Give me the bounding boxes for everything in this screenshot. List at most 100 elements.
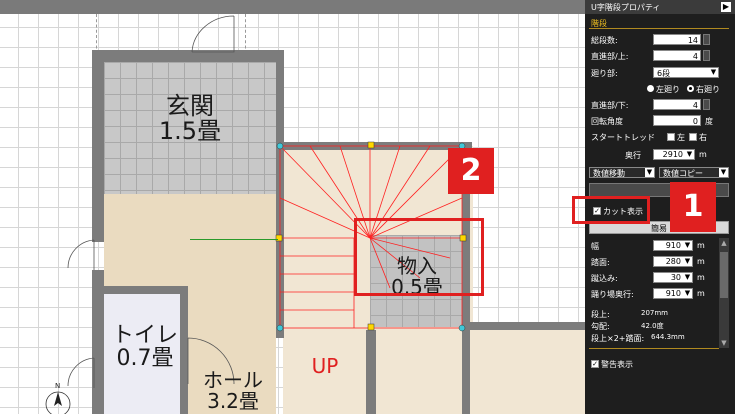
turn-dropdown[interactable]: 6段 ▼ bbox=[653, 67, 719, 78]
hall-size: 3.2畳 bbox=[207, 389, 259, 413]
start-right-label: 右 bbox=[699, 133, 707, 142]
simple-button-label: 簡易 bbox=[651, 224, 667, 233]
row-direction: 左廻り 右廻り bbox=[585, 83, 735, 95]
row-step-count: 総段数: 14 bbox=[585, 34, 735, 46]
straight-bottom-input[interactable]: 4 bbox=[653, 99, 701, 110]
room-toilet-label: トイレ 0.7畳 bbox=[100, 324, 190, 370]
rise-label: 段上: bbox=[591, 310, 610, 319]
move-dropdown[interactable]: 数値移動 ▼ bbox=[589, 167, 655, 178]
cut-display-highlight-box bbox=[572, 196, 650, 224]
turn-label: 廻り部: bbox=[591, 69, 618, 78]
storage-highlight-box bbox=[354, 218, 484, 296]
right-floor bbox=[470, 330, 585, 414]
width-value: 910 bbox=[665, 241, 681, 250]
guide-line bbox=[190, 239, 278, 240]
hall-name: ホール bbox=[203, 368, 263, 392]
tread-unit: m bbox=[697, 257, 705, 266]
depth-label: 奥行 bbox=[625, 151, 641, 160]
wall-toilet-top bbox=[100, 286, 186, 294]
landing-dropdown[interactable]: 910 ▼ bbox=[653, 288, 693, 299]
badge-1: 1 bbox=[670, 182, 716, 232]
row-warning: ✓ 警告表示 bbox=[585, 358, 735, 370]
step-count-input[interactable]: 14 bbox=[653, 34, 701, 45]
toilet-name: トイレ bbox=[111, 323, 178, 348]
rotation-input[interactable]: 0 bbox=[653, 115, 701, 126]
tread-label: 踏面: bbox=[591, 258, 610, 267]
chevron-down-icon: ▼ bbox=[683, 257, 692, 266]
dir-left-label: 左廻り bbox=[656, 85, 680, 94]
chevron-down-icon: ▼ bbox=[683, 241, 692, 250]
scroll-down-icon[interactable]: ▼ bbox=[719, 338, 729, 348]
canvas-top-strip bbox=[0, 0, 585, 14]
radio-right-icon[interactable] bbox=[687, 85, 694, 92]
wall-center-bottom bbox=[366, 330, 376, 414]
slope-label: 勾配: bbox=[591, 322, 610, 331]
nosing-dropdown[interactable]: 30 ▼ bbox=[653, 272, 693, 283]
step-count-label: 総段数: bbox=[591, 36, 618, 45]
width-unit: m bbox=[697, 241, 705, 250]
row-width: 幅 910 ▼ m bbox=[585, 240, 735, 252]
chevron-down-icon: ▼ bbox=[683, 273, 692, 282]
straight-bottom-spinner[interactable] bbox=[703, 99, 710, 110]
warning-label: 警告表示 bbox=[601, 360, 633, 369]
rotation-label: 回転角度 bbox=[591, 117, 623, 126]
step-count-spinner[interactable] bbox=[703, 34, 710, 45]
start-tread-label: スタートトレッド bbox=[591, 133, 655, 142]
floor-plan-canvas[interactable]: N 玄関 1.5畳 トイレ 0.7畳 ホール 3.2畳 物入 0.5畳 UP 2 bbox=[0, 0, 585, 414]
panel-collapse-icon[interactable]: ▶ bbox=[721, 2, 731, 12]
stair-up-label: UP bbox=[311, 354, 339, 378]
north-arrow-icon: N bbox=[45, 382, 71, 414]
nosing-label: 蹴込み: bbox=[591, 274, 618, 283]
copy-dropdown[interactable]: 数値コピー ▼ bbox=[659, 167, 729, 178]
landing-unit: m bbox=[697, 289, 705, 298]
straight-top-input[interactable]: 4 bbox=[653, 50, 701, 61]
row-turn: 廻り部: 6段 ▼ bbox=[585, 67, 735, 79]
start-right-checkbox[interactable] bbox=[689, 133, 697, 141]
nosing-unit: m bbox=[697, 273, 705, 282]
panel-title: U字階段プロパティ bbox=[591, 3, 661, 12]
entrance-name: 玄関 bbox=[166, 92, 214, 120]
start-left-checkbox[interactable] bbox=[667, 133, 675, 141]
tread-dropdown[interactable]: 280 ▼ bbox=[653, 256, 693, 267]
row-nosing: 蹴込み: 30 ▼ m bbox=[585, 272, 735, 284]
scroll-thumb[interactable] bbox=[720, 252, 728, 298]
move-label: 数値移動 bbox=[593, 169, 625, 178]
depth-unit: m bbox=[699, 150, 707, 159]
chevron-down-icon: ▼ bbox=[683, 289, 692, 298]
turn-value: 6段 bbox=[657, 69, 671, 78]
straight-top-spinner[interactable] bbox=[703, 50, 710, 61]
formula-value: 644.3mm bbox=[651, 333, 685, 341]
door-swing-left bbox=[67, 239, 95, 270]
row-landing: 踊り場奥行: 910 ▼ m bbox=[585, 288, 735, 300]
landing-label: 踊り場奥行: bbox=[591, 290, 634, 299]
width-label: 幅 bbox=[591, 242, 599, 251]
radio-left-icon[interactable] bbox=[647, 85, 654, 92]
wall-left-upper bbox=[92, 50, 104, 242]
scroll-up-icon[interactable]: ▲ bbox=[719, 238, 729, 248]
warning-checkbox[interactable]: ✓ bbox=[591, 360, 599, 368]
formula-label: 段上×2+踏面: bbox=[591, 334, 645, 343]
row-depth: 奥行 2910 ▼ m bbox=[585, 149, 735, 161]
panel-titlebar: U字階段プロパティ ▶ bbox=[585, 0, 735, 14]
straight-top-label: 直進部/上: bbox=[591, 52, 629, 61]
wall-right-bottom bbox=[462, 330, 470, 414]
chevron-down-icon: ▼ bbox=[709, 68, 718, 77]
row-slope: 勾配: 42.0度 bbox=[585, 320, 735, 332]
start-left-label: 左 bbox=[677, 133, 685, 142]
chevron-down-icon: ▼ bbox=[685, 150, 694, 159]
badge-2: 2 bbox=[448, 148, 494, 194]
row-move-copy: 数値移動 ▼ 数値コピー ▼ bbox=[585, 167, 735, 179]
row-tread: 踏面: 280 ▼ m bbox=[585, 256, 735, 268]
row-formula: 段上×2+踏面: 644.3mm bbox=[585, 332, 735, 344]
dir-right-label: 右廻り bbox=[696, 85, 720, 94]
width-dropdown[interactable]: 910 ▼ bbox=[653, 240, 693, 251]
panel-scrollbar[interactable]: ▲ ▼ bbox=[719, 238, 729, 348]
row-straight-bottom: 直進部/下: 4 bbox=[585, 99, 735, 111]
copy-label: 数値コピー bbox=[663, 169, 703, 178]
tread-value: 280 bbox=[665, 257, 681, 266]
row-rise: 段上: 207mm bbox=[585, 308, 735, 320]
row-start-tread: スタートトレッド 左 右 bbox=[585, 131, 735, 143]
room-hall-label: ホール 3.2畳 bbox=[190, 370, 276, 412]
depth-dropdown[interactable]: 2910 ▼ bbox=[653, 149, 695, 160]
lower-divider bbox=[589, 348, 719, 349]
